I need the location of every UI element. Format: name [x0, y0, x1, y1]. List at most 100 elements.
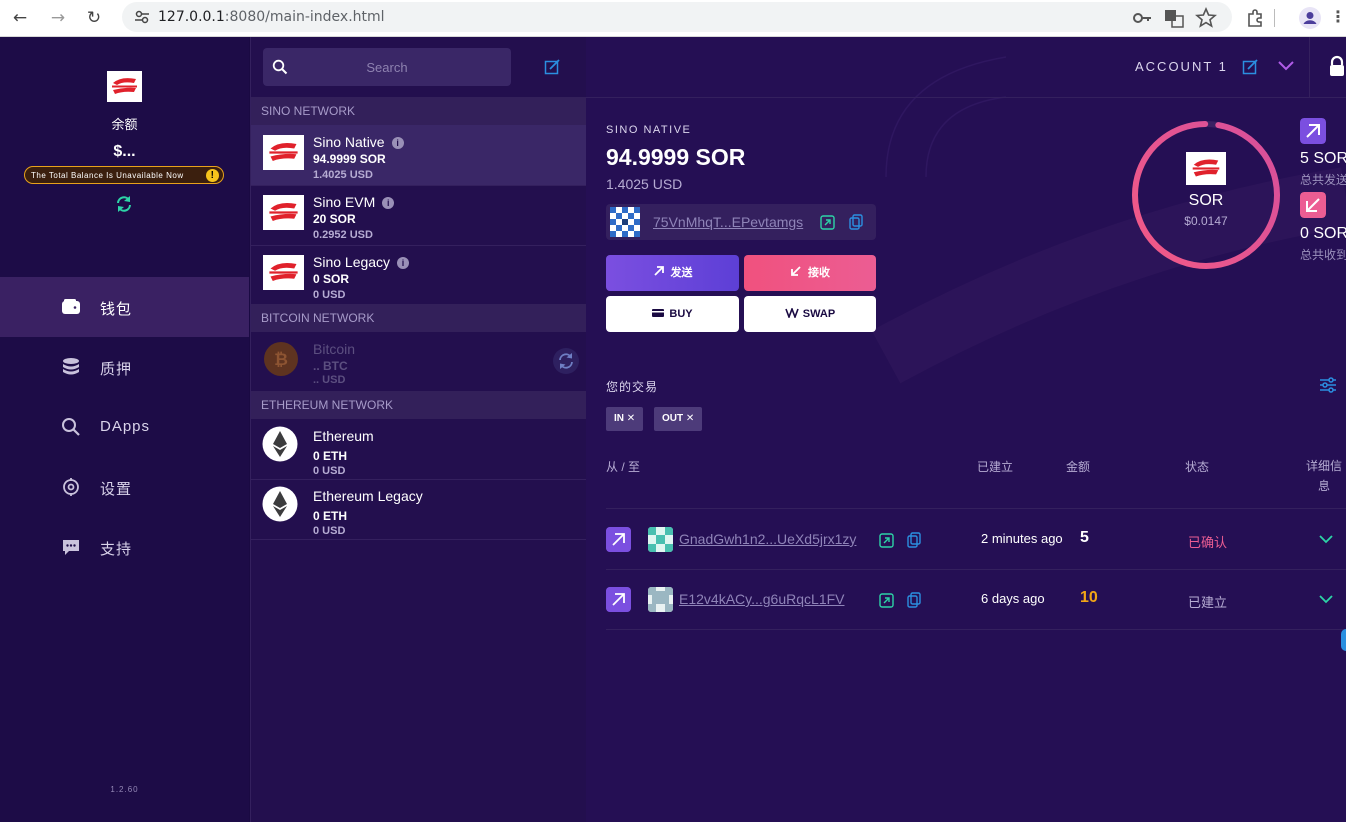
asset-amount: 0 SOR: [313, 272, 350, 286]
asset-sino-legacy[interactable]: Sino Legacy i 0 SOR 0 USD: [251, 245, 586, 306]
address-identicon: [648, 587, 673, 612]
asset-ethereum-legacy[interactable]: Ethereum Legacy 0 ETH 0 USD: [251, 479, 586, 540]
close-icon[interactable]: ✕: [627, 413, 635, 424]
total-received-label: 总共收到: [1300, 248, 1346, 262]
wallet-icon: [62, 299, 80, 314]
wallet-address[interactable]: 75VnMhqT...EPevtamgs: [653, 214, 803, 230]
buy-button[interactable]: BUY: [606, 296, 739, 332]
chevron-down-icon[interactable]: [1319, 535, 1333, 544]
copy-icon[interactable]: [907, 532, 921, 548]
close-icon[interactable]: ✕: [686, 413, 694, 424]
reload-icon[interactable]: ↻: [82, 6, 106, 30]
tx-address[interactable]: E12v4kACy...g6uRqcL1FV: [679, 591, 845, 607]
received-icon: [1300, 192, 1326, 218]
account-bar: ACCOUNT 1: [586, 37, 1346, 98]
table-row[interactable]: GnadGwh1n2...UeXd5jrx1zy 2 minutes ago 5…: [606, 509, 1346, 570]
key-icon[interactable]: [1130, 6, 1154, 30]
edit-account-icon[interactable]: [1242, 59, 1258, 75]
lock-icon[interactable]: [1328, 55, 1346, 77]
asset-sino-evm[interactable]: Sino EVM i 20 SOR 0.2952 USD: [251, 185, 586, 246]
asset-name: Bitcoin: [313, 341, 356, 357]
nav-item-wallet[interactable]: 钱包: [0, 277, 249, 337]
tx-address[interactable]: GnadGwh1n2...UeXd5jrx1zy: [679, 531, 856, 547]
info-icon[interactable]: i: [382, 197, 395, 209]
sino-logo: [263, 135, 304, 170]
asset-amount: 0 ETH: [313, 449, 348, 463]
search-icon: [62, 418, 80, 436]
network-header-sino: SINO NETWORK: [251, 97, 586, 125]
filter-settings-icon[interactable]: [1319, 376, 1337, 394]
refresh-icon[interactable]: [553, 348, 579, 374]
bookmark-star-icon[interactable]: [1194, 6, 1218, 30]
nav-item-settings[interactable]: 设置: [0, 457, 249, 517]
edit-icon[interactable]: [544, 59, 560, 75]
account-name[interactable]: ACCOUNT 1: [1135, 59, 1228, 74]
nav-label-support: 支持: [100, 541, 133, 558]
nav-label-dapps: DApps: [100, 418, 151, 435]
copy-icon[interactable]: [849, 214, 863, 230]
column-from-to: 从 / 至: [606, 460, 641, 474]
forward-arrow-icon[interactable]: →: [46, 6, 70, 30]
outgoing-arrow-icon: [606, 587, 631, 612]
column-status: 状态: [1185, 460, 1210, 474]
send-button[interactable]: 发送: [606, 255, 739, 291]
asset-name: Sino Native i: [313, 134, 404, 150]
asset-ethereum[interactable]: Ethereum 0 ETH 0 USD: [251, 419, 586, 480]
asset-amount: 0 ETH: [313, 509, 348, 523]
column-amount: 金额: [1066, 460, 1091, 474]
asset-usd: 0 USD: [313, 289, 346, 301]
scroll-indicator[interactable]: [1341, 629, 1346, 651]
nav-item-dapps[interactable]: DApps: [0, 397, 249, 457]
total-sent-label: 总共发送: [1300, 173, 1346, 187]
chevron-down-icon[interactable]: [1319, 595, 1333, 604]
external-link-icon[interactable]: [820, 215, 835, 230]
filter-chip-in[interactable]: IN ✕: [606, 407, 644, 431]
profile-avatar-icon[interactable]: [1298, 6, 1322, 30]
asset-search-input[interactable]: Search: [263, 48, 511, 86]
asset-name: Ethereum: [313, 428, 374, 444]
nav-label-settings: 设置: [100, 481, 133, 498]
url-text: 127.0.0.1:8080/main-index.html: [158, 9, 385, 25]
back-arrow-icon[interactable]: ←: [8, 6, 32, 30]
nav-item-staking[interactable]: 质押: [0, 337, 249, 397]
toolbar-divider: [1272, 6, 1276, 30]
tx-amount: 5: [1080, 529, 1089, 546]
arrow-down-left-icon: [791, 266, 801, 276]
refresh-icon[interactable]: [114, 194, 134, 214]
chevron-down-icon[interactable]: [1277, 60, 1295, 72]
copy-icon[interactable]: [907, 592, 921, 608]
table-row[interactable]: E12v4kACy...g6uRqcL1FV 6 days ago 10 已建立: [606, 569, 1346, 630]
chat-icon: [63, 540, 79, 555]
extensions-icon[interactable]: [1244, 6, 1268, 30]
asset-bitcoin[interactable]: ₿ Bitcoin .. BTC .. USD: [251, 332, 586, 392]
network-header-bitcoin: BITCOIN NETWORK: [251, 304, 586, 332]
external-link-icon[interactable]: [879, 533, 894, 548]
filter-chip-out[interactable]: OUT ✕: [654, 407, 703, 431]
tx-time: 2 minutes ago: [981, 531, 1063, 546]
column-created: 已建立: [977, 460, 1014, 474]
svg-text:₿: ₿: [274, 350, 288, 370]
main-panel: ACCOUNT 1 SINO NATIVE 94.9999 SOR 1.4025…: [586, 37, 1346, 822]
swap-icon: [785, 306, 799, 320]
address-box: 75VnMhqT...EPevtamgs: [606, 204, 876, 240]
info-icon[interactable]: i: [391, 137, 404, 149]
translate-icon[interactable]: [1162, 6, 1186, 30]
swap-button[interactable]: SWAP: [744, 296, 876, 332]
browser-menu-icon[interactable]: ⋮: [1326, 6, 1346, 30]
balance-warning-badge: The Total Balance Is Unavailable Now !: [24, 166, 224, 184]
info-icon[interactable]: i: [397, 257, 410, 269]
site-info-icon[interactable]: [132, 7, 152, 27]
external-link-icon[interactable]: [879, 593, 894, 608]
nav-item-support[interactable]: 支持: [0, 517, 249, 577]
asset-usd: 1.4025 USD: [313, 169, 373, 181]
address-identicon: [648, 527, 673, 552]
asset-name: Sino Legacy i: [313, 254, 410, 270]
asset-list-panel: Search SINO NETWORK Sino Native i 94.9999…: [250, 37, 587, 822]
receive-button[interactable]: 接收: [744, 255, 876, 291]
total-received-amount: 0 SOR: [1300, 225, 1346, 242]
nav-label-wallet: 钱包: [100, 301, 133, 318]
sor-logo: [1186, 152, 1226, 185]
topbar-divider: [1309, 37, 1310, 97]
address-bar[interactable]: 127.0.0.1:8080/main-index.html: [122, 2, 1232, 32]
asset-sino-native[interactable]: Sino Native i 94.9999 SOR 1.4025 USD: [251, 125, 586, 186]
